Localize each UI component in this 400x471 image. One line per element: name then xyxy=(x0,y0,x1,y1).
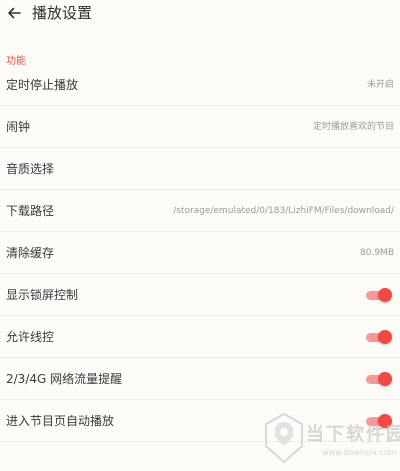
mobile-data-reminder-toggle[interactable] xyxy=(366,372,392,386)
page-title: 播放设置 xyxy=(32,4,93,22)
wire-control-toggle[interactable] xyxy=(366,330,392,344)
row-label: 2/3/4G 网络流量提醒 xyxy=(6,372,123,386)
row-label: 进入节目页自动播放 xyxy=(6,414,115,428)
lockscreen-control-toggle[interactable] xyxy=(366,288,392,302)
row-value: 80.9MB xyxy=(360,248,394,258)
row-value: /storage/emulated/0/183/LizhiFM/Files/do… xyxy=(173,206,394,216)
row-clear-cache[interactable]: 清除缓存 80.9MB xyxy=(0,232,400,274)
row-alarm[interactable]: 闹钟 定时播放喜欢的节目 xyxy=(0,106,400,148)
row-download-path[interactable]: 下载路径 /storage/emulated/0/183/LizhiFM/Fil… xyxy=(0,190,400,232)
row-label: 下载路径 xyxy=(6,204,55,218)
watermark-logo-icon xyxy=(265,412,303,464)
row-label: 音质选择 xyxy=(6,162,55,176)
row-label: 显示锁屏控制 xyxy=(6,288,79,302)
row-value: 未开启 xyxy=(366,80,394,90)
row-label: 闹钟 xyxy=(6,120,31,134)
watermark-title: 当下软件园 xyxy=(306,424,400,445)
row-lockscreen-control: 显示锁屏控制 xyxy=(0,274,400,316)
toggle-thumb xyxy=(378,330,392,344)
row-label: 定时停止播放 xyxy=(6,78,79,92)
row-sleep-timer[interactable]: 定时停止播放 未开启 xyxy=(0,64,400,106)
row-label: 清除缓存 xyxy=(6,246,55,260)
arrow-left-icon[interactable] xyxy=(6,5,22,21)
row-audio-quality[interactable]: 音质选择 xyxy=(0,148,400,190)
watermark-url: www.downxia.com xyxy=(322,448,397,457)
toggle-thumb xyxy=(378,372,392,386)
row-value: 定时播放喜欢的节目 xyxy=(312,122,394,132)
watermark: 当下软件园 www.downxia.com xyxy=(262,412,400,468)
toggle-thumb xyxy=(378,288,392,302)
row-mobile-data-reminder: 2/3/4G 网络流量提醒 xyxy=(0,358,400,400)
row-wire-control: 允许线控 xyxy=(0,316,400,358)
top-bar: 播放设置 xyxy=(0,0,400,30)
row-label: 允许线控 xyxy=(6,330,55,344)
